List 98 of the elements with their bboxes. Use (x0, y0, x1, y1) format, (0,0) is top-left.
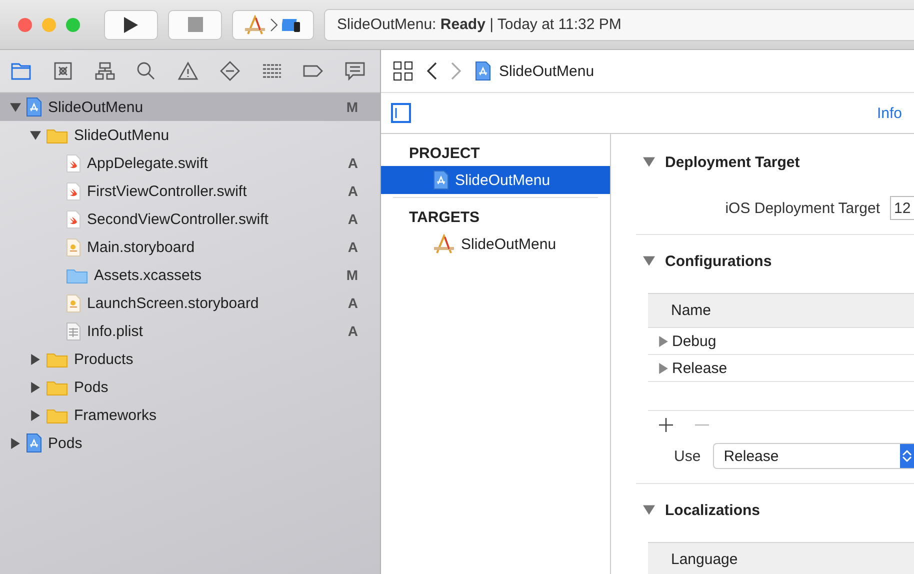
file-tree-row[interactable]: Main.storyboard A (0, 233, 380, 261)
file-name: SecondViewController.swift (87, 210, 270, 228)
file-name: Pods (48, 434, 84, 452)
file-name: SlideOutMenu (48, 98, 144, 116)
play-icon (123, 16, 139, 34)
source-control-status: M (346, 267, 358, 283)
jump-bar-path[interactable]: SlideOutMenu (499, 62, 594, 80)
disclosure-triangle-icon[interactable] (30, 382, 40, 392)
stop-icon (188, 17, 202, 32)
field-label: iOS Deployment Target (725, 200, 880, 216)
file-tree-row[interactable]: Pods (0, 429, 380, 457)
section-heading: TARGETS (408, 208, 481, 228)
file-name: Info.plist (87, 322, 144, 340)
file-tree-row[interactable]: FirstViewController.swift A (0, 177, 380, 205)
source-control-status: A (348, 295, 358, 311)
file-name: Pods (74, 378, 110, 396)
disclosure-triangle-icon[interactable] (10, 438, 20, 448)
file-name: Main.storyboard (87, 238, 196, 256)
configuration-row[interactable]: Debug (648, 328, 914, 355)
storyboard-file-icon (66, 294, 81, 312)
table-header: Language (648, 542, 914, 574)
file-name: Assets.xcassets (94, 266, 203, 284)
folder-icon (46, 378, 68, 396)
device-icon (282, 16, 302, 32)
file-name: SlideOutMenu (74, 126, 170, 144)
project-file-icon (26, 97, 42, 117)
section-title: Localizations (665, 502, 760, 518)
file-tree-row[interactable]: Info.plist A (0, 317, 380, 345)
source-control-status: A (348, 323, 358, 339)
run-button[interactable] (104, 10, 158, 40)
source-control-status: A (348, 155, 358, 171)
disclosure-triangle-icon[interactable] (10, 102, 20, 112)
table-header: Name (648, 293, 914, 328)
deployment-target-field[interactable]: 12 (890, 196, 914, 220)
file-tree-row[interactable]: Products (0, 345, 380, 373)
stepper-icon (902, 449, 912, 463)
back-icon[interactable] (427, 62, 437, 80)
section-title: Configurations (665, 252, 772, 270)
disclosure-triangle-icon[interactable] (658, 336, 669, 346)
disclosure-triangle-icon[interactable] (643, 255, 655, 267)
disclosure-triangle-icon[interactable] (30, 130, 40, 140)
file-tree-row[interactable]: AppDelegate.swift A (0, 149, 380, 177)
file-tree-row[interactable]: SlideOutMenu (0, 121, 380, 149)
folder-icon (10, 61, 32, 81)
configuration-select[interactable]: Release (712, 443, 914, 469)
app-target-icon (433, 234, 455, 254)
file-tree-row[interactable]: SlideOutMenu M (0, 93, 380, 121)
editor-tab[interactable]: Info (876, 104, 902, 122)
disclosure-triangle-icon[interactable] (30, 354, 40, 364)
file-name: FirstViewController.swift (87, 182, 248, 200)
file-tree-row[interactable]: Assets.xcassets M (0, 261, 380, 289)
source-control-icon (52, 61, 74, 81)
stop-button[interactable] (168, 10, 222, 40)
file-name: AppDelegate.swift (87, 154, 209, 172)
disclosure-triangle-icon[interactable] (658, 362, 669, 374)
swift-file-icon (66, 210, 81, 228)
use-label: Use (674, 448, 701, 464)
grid-icon[interactable] (393, 61, 413, 81)
project-file-icon (433, 170, 449, 190)
source-control-status: M (346, 99, 358, 115)
project-file-icon (475, 61, 491, 81)
swift-file-icon (66, 182, 81, 200)
source-control-status: A (348, 183, 358, 199)
project-list-item[interactable]: SlideOutMenu (381, 166, 610, 194)
project-list-item[interactable]: SlideOutMenu (381, 230, 610, 258)
project-file-icon (26, 433, 42, 453)
file-tree-row[interactable]: SecondViewController.swift A (0, 205, 380, 233)
add-icon[interactable] (658, 417, 674, 433)
file-name: Products (74, 350, 134, 368)
storyboard-file-icon (66, 238, 81, 256)
disclosure-triangle-icon[interactable] (643, 156, 655, 168)
section-heading: PROJECT (408, 144, 481, 164)
diamond-icon (218, 61, 241, 81)
scheme-selector[interactable] (232, 10, 314, 40)
folder-icon (46, 350, 68, 368)
folder-icon (46, 126, 68, 144)
file-name: LaunchScreen.storyboard (87, 294, 260, 312)
sidebar-toggle-icon[interactable] (391, 103, 411, 123)
asset-folder-icon (66, 266, 88, 284)
file-tree-row[interactable]: Frameworks (0, 401, 380, 429)
file-tree-row[interactable]: LaunchScreen.storyboard A (0, 289, 380, 317)
message-icon (344, 61, 366, 81)
plist-file-icon (66, 322, 81, 340)
configuration-row[interactable]: Release (648, 355, 914, 382)
section-title: Deployment Target (665, 154, 800, 170)
disclosure-triangle-icon[interactable] (643, 504, 655, 516)
swift-file-icon (66, 154, 81, 172)
chevron-icon (270, 18, 278, 32)
warning-icon (177, 61, 199, 81)
source-control-status: A (348, 239, 358, 255)
source-control-status: A (348, 211, 358, 227)
file-name: Frameworks (74, 406, 158, 424)
app-target-icon (244, 14, 266, 34)
folder-icon (46, 406, 68, 424)
activity-status: SlideOutMenu: Ready | Today at 11:32 PM (324, 8, 914, 40)
hierarchy-icon (94, 61, 116, 81)
disclosure-triangle-icon[interactable] (30, 410, 40, 420)
file-tree-row[interactable]: Pods (0, 373, 380, 401)
